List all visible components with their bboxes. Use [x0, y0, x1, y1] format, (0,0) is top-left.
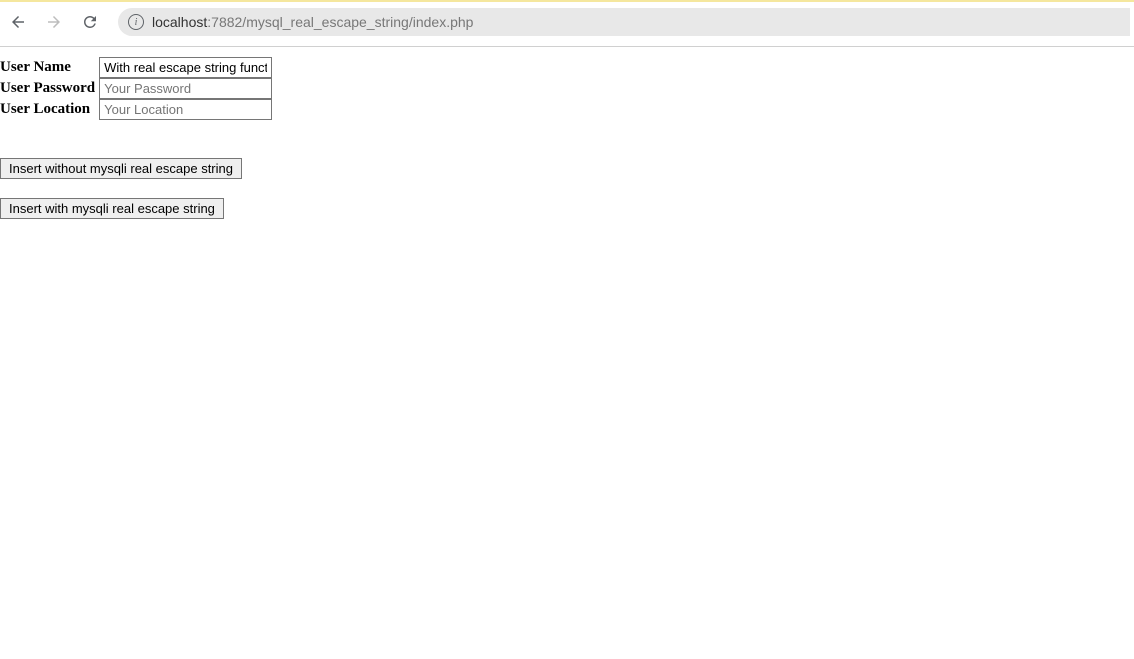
- arrow-left-icon: [9, 13, 27, 31]
- arrow-right-icon: [45, 13, 63, 31]
- forward-button[interactable]: [40, 8, 68, 36]
- password-input[interactable]: [99, 78, 272, 99]
- location-input[interactable]: [99, 99, 272, 120]
- username-input[interactable]: [99, 57, 272, 78]
- address-bar[interactable]: i localhost:7882/mysql_real_escape_strin…: [118, 8, 1130, 36]
- form-row-username: User Name: [0, 57, 274, 78]
- form-row-password: User Password: [0, 78, 274, 99]
- browser-toolbar: i localhost:7882/mysql_real_escape_strin…: [0, 2, 1134, 42]
- browser-chrome: i localhost:7882/mysql_real_escape_strin…: [0, 0, 1134, 47]
- info-icon[interactable]: i: [128, 14, 144, 30]
- button-row-2: Insert with mysqli real escape string: [0, 198, 1134, 219]
- location-label: User Location: [0, 99, 97, 120]
- insert-without-button[interactable]: Insert without mysqli real escape string: [0, 158, 242, 179]
- url-text: localhost:7882/mysql_real_escape_string/…: [152, 14, 473, 30]
- form-row-location: User Location: [0, 99, 274, 120]
- reload-icon: [81, 13, 99, 31]
- password-label: User Password: [0, 78, 97, 99]
- page-content: User Name User Password User Location In…: [0, 47, 1134, 219]
- back-button[interactable]: [4, 8, 32, 36]
- form-table: User Name User Password User Location: [0, 57, 274, 120]
- username-label: User Name: [0, 57, 97, 78]
- insert-with-button[interactable]: Insert with mysqli real escape string: [0, 198, 224, 219]
- reload-button[interactable]: [76, 8, 104, 36]
- button-row-1: Insert without mysqli real escape string: [0, 158, 1134, 179]
